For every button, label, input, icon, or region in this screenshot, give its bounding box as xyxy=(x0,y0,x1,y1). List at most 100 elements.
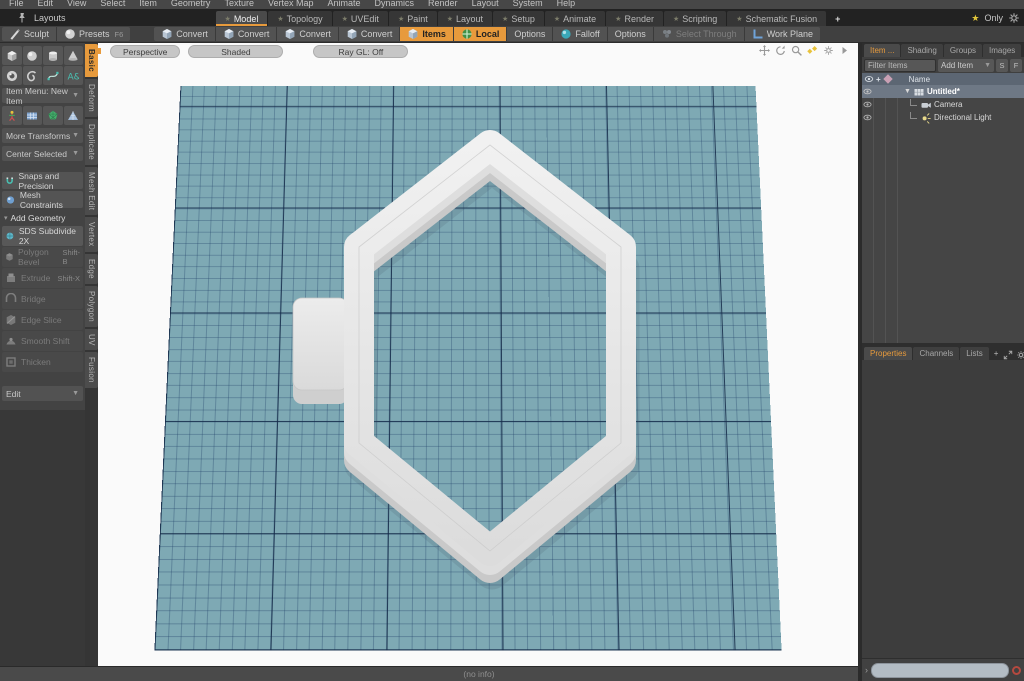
menu-system[interactable]: System xyxy=(506,0,550,9)
tab-item-list[interactable]: Item ... xyxy=(864,44,901,57)
eye-icon[interactable] xyxy=(863,87,872,96)
add-panel-tab-button[interactable]: + xyxy=(990,347,1003,360)
tab-images[interactable]: Images xyxy=(983,44,1022,57)
menu-help[interactable]: Help xyxy=(550,0,583,9)
polysphere-button[interactable] xyxy=(43,106,63,125)
ws-tab-schematic-fusion[interactable]: ★ Schematic Fusion xyxy=(727,11,827,26)
ws-tab-uvedit[interactable]: ★ UVEdit xyxy=(332,11,388,26)
cube-primitive-button[interactable] xyxy=(2,46,22,65)
action-center-options-button[interactable]: Options xyxy=(507,27,554,41)
center-selected-dropdown[interactable]: Center Selected ▼ xyxy=(2,146,83,161)
camera-view-dropdown[interactable]: Perspective xyxy=(110,45,181,58)
vtab-duplicate[interactable]: Duplicate xyxy=(85,118,98,165)
skeleton-button[interactable] xyxy=(2,106,22,125)
ws-tab-render[interactable]: ★ Render xyxy=(606,11,663,26)
filter-mini-button[interactable]: F xyxy=(1010,58,1022,72)
snaps-precision-button[interactable]: Snaps and Precision xyxy=(2,171,83,191)
vtab-uv[interactable]: UV xyxy=(85,328,98,351)
menu-edit[interactable]: Edit xyxy=(31,0,61,9)
hexagon-cookie-cutter-model[interactable] xyxy=(98,43,858,666)
render-column-icon[interactable] xyxy=(882,74,893,84)
cone-primitive-button[interactable] xyxy=(63,46,83,65)
menu-layout[interactable]: Layout xyxy=(465,0,506,9)
eye-icon[interactable] xyxy=(863,100,872,109)
menu-view[interactable]: View xyxy=(60,0,93,9)
tab-properties[interactable]: Properties xyxy=(864,347,913,360)
tab-channels[interactable]: Channels xyxy=(913,347,960,360)
menu-select[interactable]: Select xyxy=(93,0,132,9)
work-plane-button[interactable]: Work Plane xyxy=(744,27,821,41)
ws-tab-topology[interactable]: ★ Topology xyxy=(268,11,332,26)
menu-animate[interactable]: Animate xyxy=(320,0,367,9)
pan-icon[interactable] xyxy=(759,45,770,56)
tree-row-directional-light[interactable]: Directional Light xyxy=(862,111,1024,124)
name-column-header[interactable]: Name xyxy=(909,75,930,84)
visibility-column-icon[interactable] xyxy=(864,74,874,84)
vtab-fusion[interactable]: Fusion xyxy=(85,352,98,389)
sculpt-button[interactable]: Sculpt xyxy=(2,27,58,41)
tool-edge-slice[interactable]: Edge Slice xyxy=(2,310,83,330)
viewport-3d[interactable]: Perspective Shaded Ray GL: Off xyxy=(98,43,858,666)
convert-button-1[interactable]: Convert xyxy=(154,27,216,41)
falloff-options-button[interactable]: Options xyxy=(607,27,654,41)
menu-texture[interactable]: Texture xyxy=(217,0,261,9)
select-through-button[interactable]: Select Through xyxy=(653,27,745,41)
falloff-button[interactable]: Falloff xyxy=(553,27,608,41)
tool-smooth-shift[interactable]: Smooth Shift xyxy=(2,331,83,351)
vtab-basic[interactable]: Basic xyxy=(85,44,98,77)
items-mode-button[interactable]: Items xyxy=(400,27,454,41)
triangle-mesh-button[interactable] xyxy=(63,106,83,125)
expander-icon[interactable]: ▼ xyxy=(904,88,911,95)
shading-mode-dropdown[interactable]: Shaded xyxy=(188,45,284,58)
more-transforms-dropdown[interactable]: More Transforms ▼ xyxy=(2,128,83,143)
raygl-dropdown[interactable]: Ray GL: Off xyxy=(313,45,409,58)
scene-mini-button[interactable]: S xyxy=(996,58,1008,72)
alert-indicator-icon[interactable] xyxy=(1012,665,1021,675)
tool-bridge[interactable]: Bridge xyxy=(2,289,83,309)
convert-button-2[interactable]: Convert xyxy=(215,27,278,41)
ws-tab-animate[interactable]: ★ Animate xyxy=(544,11,606,26)
tab-lists[interactable]: Lists xyxy=(960,347,989,360)
add-item-dropdown[interactable]: Add Item ▼ xyxy=(938,58,994,72)
swirl-primitive-button[interactable] xyxy=(22,66,42,85)
only-star-icon[interactable]: ★ xyxy=(971,13,979,24)
vtab-polygon[interactable]: Polygon xyxy=(85,285,98,327)
rotate-icon[interactable] xyxy=(775,45,786,56)
vtab-deform[interactable]: Deform xyxy=(85,78,98,117)
menu-geometry[interactable]: Geometry xyxy=(164,0,218,9)
menu-file[interactable]: File xyxy=(2,0,31,9)
pushpin-icon[interactable] xyxy=(16,12,28,24)
tab-groups[interactable]: Groups xyxy=(943,44,983,57)
presets-button[interactable]: Presets F6 xyxy=(57,27,131,41)
tool-extrude[interactable]: Extrude Shift-X xyxy=(2,268,83,288)
keyframe-icon[interactable] xyxy=(807,45,818,56)
convert-button-3[interactable]: Convert xyxy=(277,27,339,41)
only-label[interactable]: Only xyxy=(984,13,1003,23)
text-tool-button[interactable]: A& xyxy=(63,66,83,85)
ws-tab-setup[interactable]: ★ Setup xyxy=(493,11,544,26)
tree-row-mesh[interactable]: ▼ Untitled* xyxy=(862,85,1024,98)
zoom-icon[interactable] xyxy=(791,45,802,56)
local-action-center-button[interactable]: Local xyxy=(453,27,508,41)
chevron-right-icon[interactable] xyxy=(839,45,850,56)
filter-items-input[interactable] xyxy=(864,58,936,72)
cylinder-primitive-button[interactable] xyxy=(43,46,63,65)
expand-panel-icon[interactable] xyxy=(1003,350,1013,360)
tab-shading[interactable]: Shading xyxy=(901,44,943,57)
item-menu-dropdown[interactable]: Item Menu: New Item ▼ xyxy=(2,86,83,106)
ws-tab-model[interactable]: ★ Model xyxy=(215,11,268,26)
ws-tab-paint[interactable]: ★ Paint xyxy=(388,11,437,26)
tree-row-camera[interactable]: Camera xyxy=(862,98,1024,111)
ws-tab-scripting[interactable]: ★ Scripting xyxy=(663,11,727,26)
add-geometry-section-header[interactable]: ▾ Add Geometry xyxy=(1,211,84,225)
add-workspace-tab-button[interactable]: + xyxy=(827,11,848,26)
vtab-vertex[interactable]: Vertex xyxy=(85,217,98,252)
layouts-label[interactable]: Layouts xyxy=(34,13,66,23)
tool-thicken[interactable]: Thicken xyxy=(2,352,83,372)
mesh-constraints-button[interactable]: Mesh Constraints xyxy=(2,190,83,210)
menu-render[interactable]: Render xyxy=(421,0,465,9)
lock-column-icon[interactable]: + xyxy=(876,75,881,84)
gear-icon[interactable] xyxy=(1016,350,1024,360)
gear-icon[interactable] xyxy=(823,45,834,56)
vtab-mesh-edit[interactable]: Mesh Edit xyxy=(85,166,98,216)
